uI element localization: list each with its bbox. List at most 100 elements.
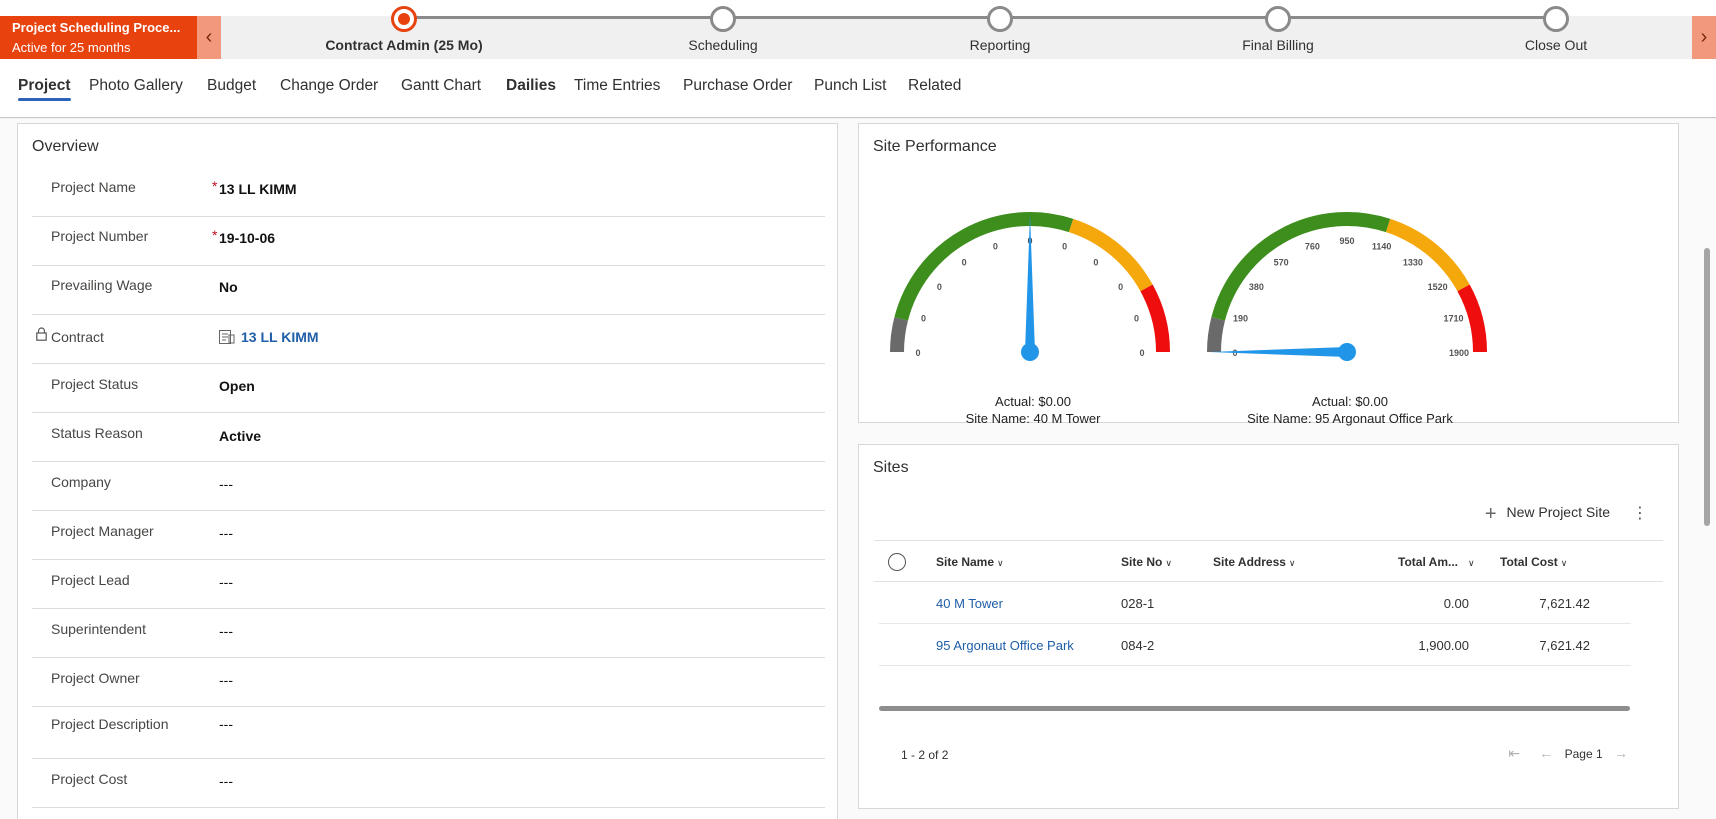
process-name: Project Scheduling Proce... — [12, 20, 181, 35]
next-page-icon[interactable]: → — [1614, 745, 1628, 761]
chevron-down-icon: ∨ — [1165, 558, 1172, 568]
stage-label: Close Out — [1524, 37, 1588, 53]
column-header-site-no[interactable]: Site No ∨ — [1121, 555, 1172, 569]
gauge-tick-label: 0 — [993, 241, 998, 251]
site-no-cell: 028-1 — [1121, 596, 1155, 611]
gauge-band-grey — [890, 317, 909, 353]
new-project-site-label: New Project Site — [1506, 504, 1610, 520]
site-name-link[interactable]: 40 M Tower — [936, 596, 1003, 611]
table-row[interactable]: 95 Argonaut Office Park 084-2 1,900.00 7… — [879, 624, 1631, 666]
site-gauge-40-m-tower: 00000000000 Actual: $0.00 Site Name: 40 … — [873, 164, 1193, 426]
stage-scheduling[interactable]: Scheduling — [623, 6, 823, 53]
gauge-needle — [1209, 347, 1347, 357]
select-all-radio[interactable] — [888, 553, 906, 571]
field-value[interactable]: 19-10-06 — [219, 230, 275, 246]
sites-grid: Site Name ∨ Site No ∨ Site Address ∨ Total … — [874, 540, 1663, 666]
field-label: Project Status — [51, 376, 139, 392]
tab-project[interactable]: Project — [18, 77, 71, 101]
new-project-site-button[interactable]: + New Project Site — [1485, 503, 1610, 526]
field-value[interactable]: --- — [219, 773, 233, 789]
column-header-total-amount[interactable]: Total Am... ∨ — [1398, 555, 1475, 569]
tab-gantt-chart[interactable]: Gantt Chart — [401, 77, 481, 95]
process-duration: Active for 25 months — [12, 40, 131, 55]
field-label: Project Name — [51, 179, 136, 195]
stage-label: Scheduling — [688, 37, 758, 53]
field-value[interactable]: --- — [219, 574, 233, 590]
more-commands-icon[interactable]: ⋮ — [1632, 503, 1648, 523]
first-page-icon[interactable]: ⇤ — [1508, 745, 1520, 761]
stage-close-out[interactable]: Close Out — [1456, 6, 1656, 53]
field-label: Project Number — [51, 228, 149, 244]
gauge-tick-label: 0 — [1139, 348, 1144, 358]
active-process-flag[interactable]: Project Scheduling Proce... Active for 2… — [0, 16, 197, 59]
field-company: Company --- — [32, 462, 825, 511]
tab-purchase-order[interactable]: Purchase Order — [683, 77, 792, 95]
tab-photo-gallery[interactable]: Photo Gallery — [89, 77, 183, 95]
site-performance-section: Site Performance 00000000000 Actual: $0.… — [858, 123, 1679, 426]
column-header-site-name[interactable]: Site Name ∨ — [936, 555, 1004, 569]
field-project-name: Project Name * 13 LL KIMM — [32, 168, 825, 217]
tab-time-entries[interactable]: Time Entries — [574, 77, 660, 95]
gauge-tick-label: 0 — [1134, 313, 1139, 323]
plus-icon: + — [1484, 503, 1497, 525]
field-value[interactable]: 13 LL KIMM — [219, 181, 297, 197]
chevron-right-icon: › — [1700, 26, 1708, 48]
field-label: Contract — [51, 329, 104, 345]
field-project-cost: Project Cost --- — [32, 759, 825, 808]
gauge-tick-label: 190 — [1233, 313, 1248, 323]
tab-punch-list[interactable]: Punch List — [814, 77, 886, 95]
field-value[interactable]: Active — [219, 428, 261, 444]
tab-change-order[interactable]: Change Order — [280, 77, 378, 95]
field-label: Project Owner — [51, 670, 140, 686]
gauge-actual-label: Actual: $0.00 — [995, 394, 1071, 409]
tab-related[interactable]: Related — [908, 77, 961, 95]
chevron-down-icon: ∨ — [1288, 558, 1296, 568]
gauge-band-grey — [1207, 317, 1226, 353]
tab-budget[interactable]: Budget — [207, 77, 256, 95]
gauge-tick-label: 0 — [1062, 241, 1067, 251]
field-superintendent: Superintendent --- — [32, 609, 825, 658]
stage-final-billing[interactable]: Final Billing — [1178, 6, 1378, 53]
site-no-cell: 084-2 — [1121, 638, 1155, 653]
horizontal-scrollbar[interactable] — [879, 706, 1630, 711]
site-gauge-95-argonaut: 0 190 380 570 760 950 1140 1330 1520 1710 1900 Act… — [1190, 164, 1510, 426]
gauge-site-label: Site Name: 40 M Tower — [965, 411, 1101, 426]
gauge-tick-label: 1520 — [1428, 282, 1448, 292]
bpf-previous-button[interactable]: ‹ — [197, 16, 221, 59]
column-label: Total Cost — [1500, 555, 1558, 569]
chevron-down-icon: ∨ — [1468, 558, 1475, 568]
field-value[interactable]: Open — [219, 378, 255, 394]
previous-page-icon[interactable]: ← — [1539, 745, 1553, 761]
bpf-next-button[interactable]: › — [1692, 16, 1716, 59]
gauge-actual-label: Actual: $0.00 — [1312, 394, 1388, 409]
table-row[interactable]: 40 M Tower 028-1 0.00 7,621.42 — [879, 582, 1631, 624]
contract-lookup-link[interactable]: 13 LL KIMM — [219, 329, 319, 345]
vertical-scrollbar[interactable] — [1704, 248, 1710, 526]
total-cost-cell: 7,621.42 — [1539, 596, 1590, 611]
column-header-site-address[interactable]: Site Address ∨ — [1213, 555, 1296, 569]
field-value[interactable]: --- — [219, 476, 233, 492]
field-value[interactable]: --- — [219, 716, 233, 732]
stage-label: Final Billing — [1242, 37, 1314, 53]
column-header-total-cost[interactable]: Total Cost ∨ — [1500, 555, 1567, 569]
field-value[interactable]: --- — [219, 525, 233, 541]
stage-reporting[interactable]: Reporting — [900, 6, 1100, 53]
tab-dailies[interactable]: Dailies — [506, 77, 556, 95]
field-value[interactable]: --- — [219, 672, 233, 688]
chevron-down-icon: ∨ — [997, 558, 1004, 568]
field-project-owner: Project Owner --- — [32, 658, 825, 707]
field-label: Project Manager — [51, 523, 154, 539]
column-label: Site Address — [1213, 555, 1286, 569]
field-value[interactable]: No — [219, 279, 238, 295]
total-amount-cell: 1,900.00 — [1418, 638, 1469, 653]
field-contract: Contract 13 LL KIMM — [32, 315, 825, 364]
field-label: Company — [51, 474, 111, 490]
section-title: Overview — [32, 138, 99, 155]
field-value[interactable]: --- — [219, 623, 233, 639]
record-count: 1 - 2 of 2 — [901, 748, 949, 762]
site-name-link[interactable]: 95 Argonaut Office Park — [936, 638, 1074, 653]
field-label: Project Cost — [51, 771, 128, 787]
gauge-tick-label: 1900 — [1449, 348, 1469, 358]
stage-contract-admin[interactable]: Contract Admin (25 Mo) — [304, 6, 504, 53]
gauge-needle-hub — [1021, 343, 1039, 361]
